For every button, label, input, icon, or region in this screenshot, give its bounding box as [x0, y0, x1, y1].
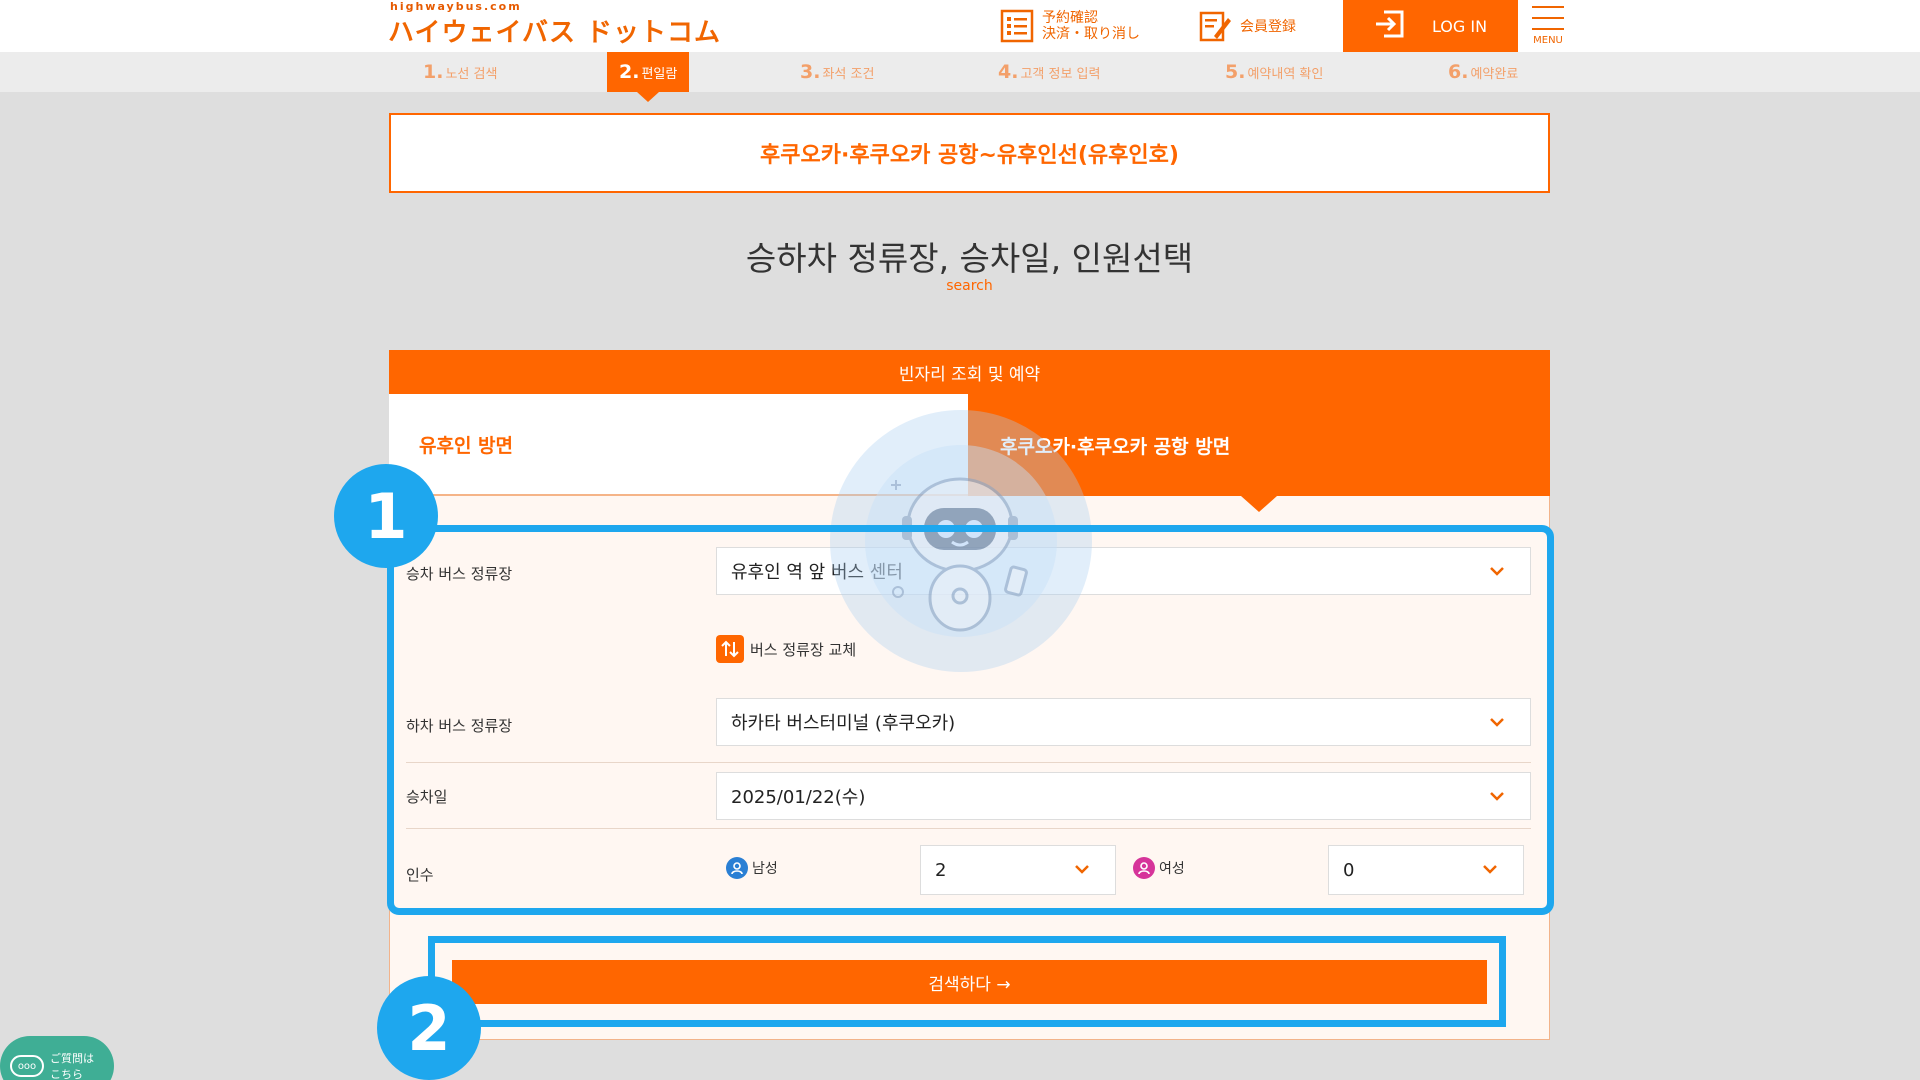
reservation-check-label: 予約確認 [1042, 10, 1098, 26]
step-label: 좌석 조건 [822, 66, 875, 82]
step-3: 3. 좌석 조건 [800, 52, 874, 92]
page-subtitle: search [946, 278, 993, 294]
step-5: 5. 예약내역 확인 [1225, 52, 1323, 92]
step-2-active: 2. 편일람 [607, 52, 690, 92]
menu-icon-bar [1532, 28, 1564, 30]
step-label: 노선 검색 [445, 66, 498, 82]
payment-cancel-label: 決済・取り消し [1042, 26, 1140, 42]
active-step-pointer [637, 92, 659, 102]
login-icon [1374, 8, 1406, 44]
chat-label-line2: こちら [50, 1068, 83, 1080]
progress-steps [0, 52, 1920, 92]
member-register-label: 会員登録 [1240, 19, 1296, 35]
hamburger-menu-button[interactable]: MENU [1530, 0, 1566, 52]
step-label: 예약완료 [1470, 66, 1519, 82]
step-number: 2. [619, 61, 640, 83]
menu-icon-bar [1532, 17, 1564, 19]
panel-header: 빈자리 조회 및 예약 [389, 350, 1550, 394]
member-register-link[interactable]: 会員登録 [1198, 0, 1296, 52]
menu-label: MENU [1533, 35, 1563, 46]
login-button[interactable]: LOG IN [1343, 0, 1518, 52]
annotation-badge-1: 1 [334, 464, 438, 568]
form-highlight-box [387, 525, 1554, 915]
login-label: LOG IN [1431, 16, 1488, 36]
chat-bubble-icon: ooo [10, 1055, 44, 1077]
edit-form-icon [1198, 9, 1232, 43]
step-number: 5. [1225, 61, 1246, 83]
route-title: 후쿠오카·후쿠오카 공항~유후인선(유후인호) [389, 113, 1550, 193]
step-label: 편일람 [641, 66, 678, 82]
annotation-badge-2: 2 [377, 976, 481, 1080]
help-chat-button[interactable]: ooo ご質問は こちら [0, 1036, 114, 1080]
site-header [0, 0, 1920, 52]
chat-label-line1: ご質問は [50, 1052, 94, 1065]
step-4: 4. 고객 정보 입력 [998, 52, 1100, 92]
list-icon [1000, 9, 1034, 43]
step-1: 1. 노선 검색 [423, 52, 497, 92]
menu-icon [1532, 6, 1564, 8]
step-number: 6. [1448, 61, 1469, 83]
step-number: 3. [800, 61, 821, 83]
site-logo[interactable]: ハイウェイバス ドットコム [388, 12, 721, 49]
step-label: 고객 정보 입력 [1020, 66, 1101, 82]
step-label: 예약내역 확인 [1247, 66, 1324, 82]
active-tab-pointer [1241, 496, 1277, 512]
search-highlight-box [428, 936, 1506, 1027]
page-title: 승하차 정류장, 승차일, 인원선택 [745, 239, 1194, 278]
step-number: 1. [423, 61, 444, 83]
step-6: 6. 예약완료 [1448, 52, 1518, 92]
reservation-check-link[interactable]: 予約確認 決済・取り消し [1000, 0, 1140, 52]
step-number: 4. [998, 61, 1019, 83]
